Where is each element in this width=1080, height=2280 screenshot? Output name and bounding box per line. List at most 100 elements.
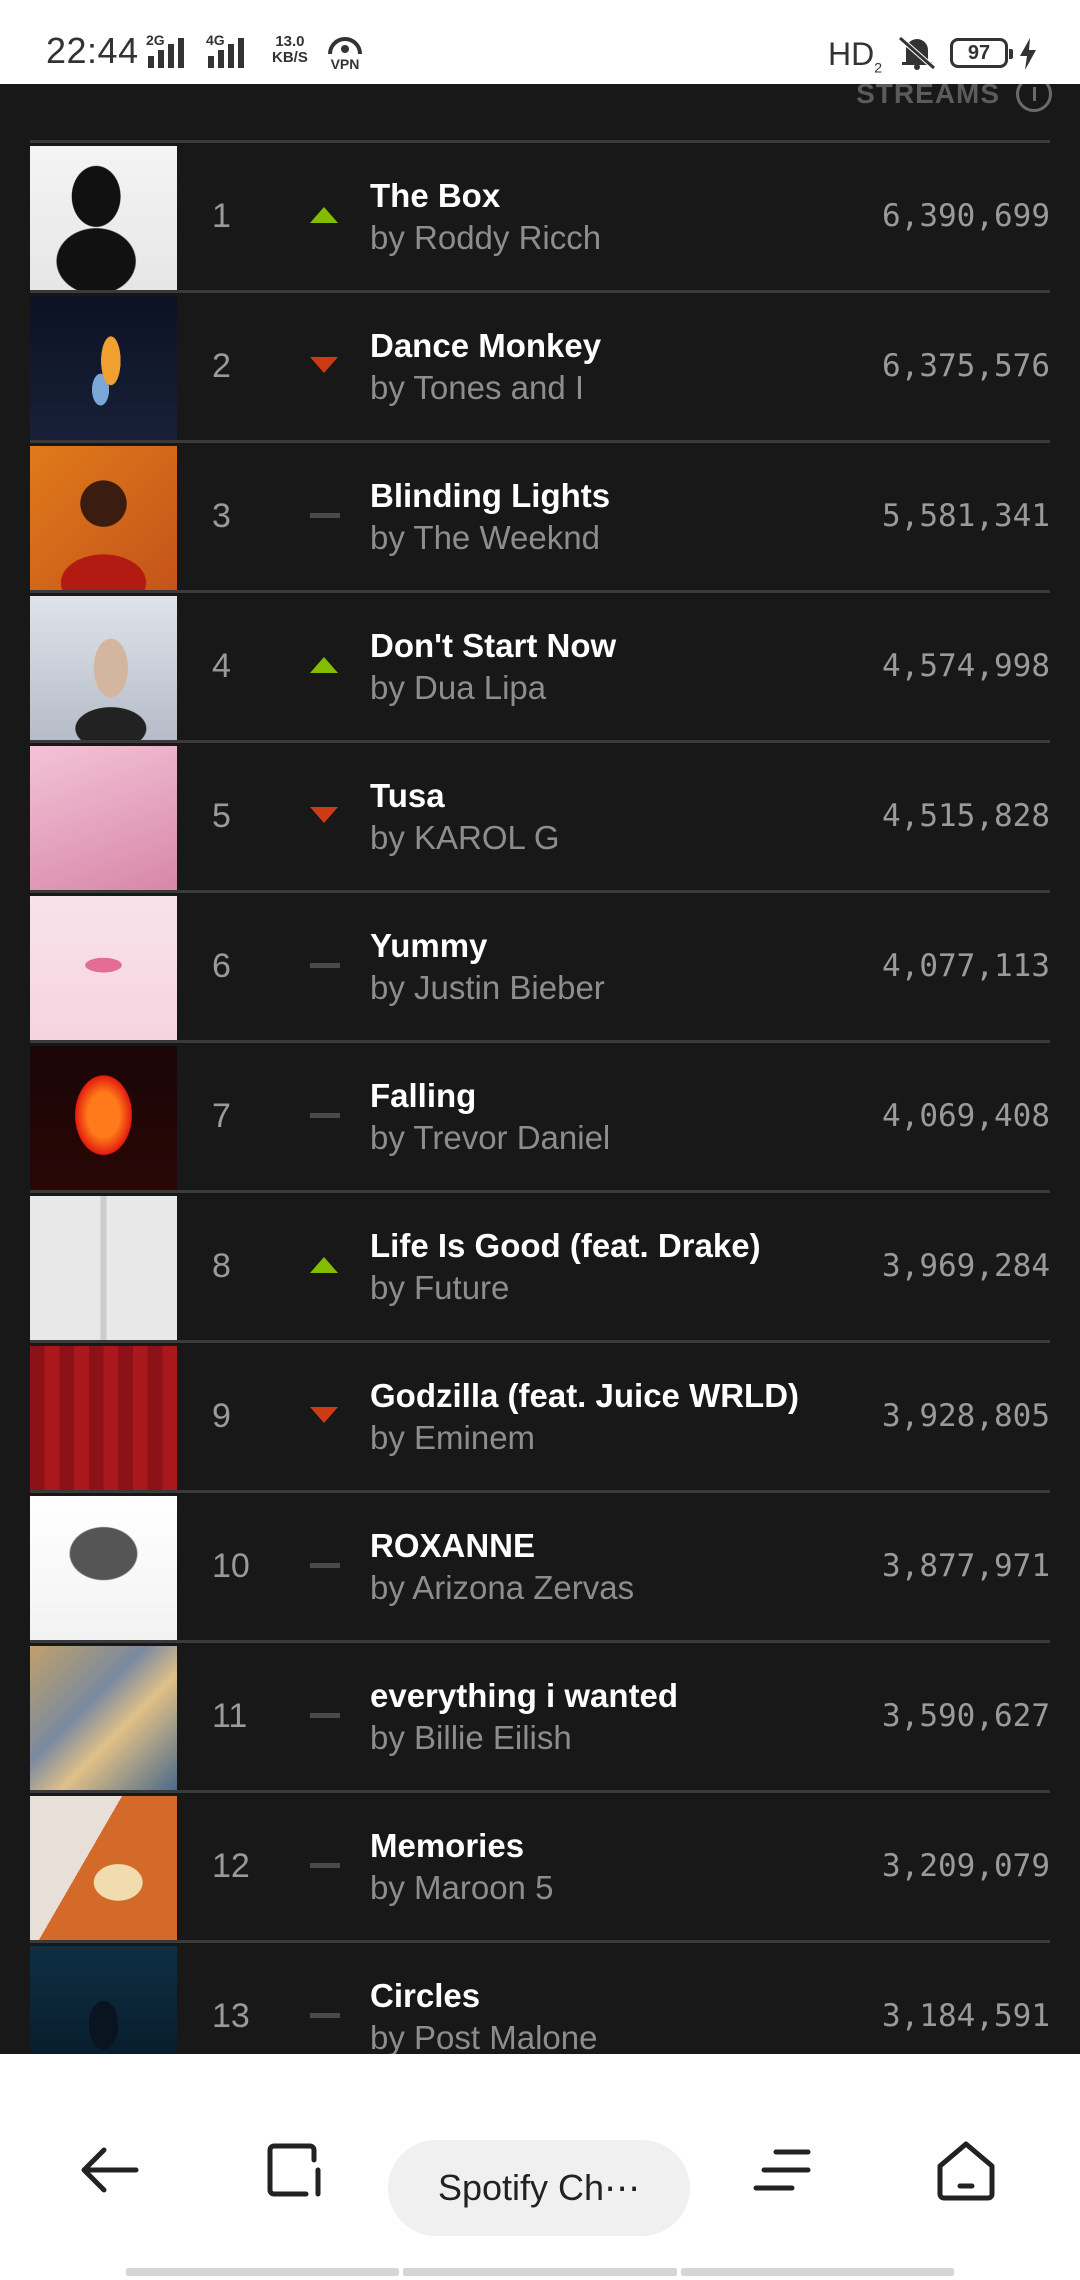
album-art[interactable] (30, 896, 177, 1040)
track-title[interactable]: Godzilla (feat. Juice WRLD) (370, 1375, 850, 1417)
track-info[interactable]: everything i wanted by Billie Eilish (370, 1643, 850, 1790)
album-art[interactable] (30, 446, 177, 590)
track-title[interactable]: Circles (370, 1975, 850, 2017)
album-art[interactable] (30, 1496, 177, 1640)
stream-count: 3,877,971 (882, 1548, 1050, 1584)
album-art[interactable] (30, 1946, 177, 2054)
signal-2g-icon: 2G (146, 32, 184, 68)
stream-count: 6,375,576 (882, 348, 1050, 384)
back-icon (81, 2147, 139, 2193)
track-title[interactable]: Falling (370, 1075, 850, 1117)
stream-count: 3,969,284 (882, 1248, 1050, 1284)
rank-number: 8 (212, 1247, 231, 1285)
chart-row[interactable]: 5 Tusa by KAROL G 4,515,828 (30, 740, 1050, 890)
track-artist[interactable]: by Maroon 5 (370, 1867, 850, 1909)
track-artist[interactable]: by Roddy Ricch (370, 217, 850, 259)
track-info[interactable]: The Box by Roddy Ricch (370, 143, 850, 290)
album-art[interactable] (30, 1646, 177, 1790)
track-info[interactable]: Dance Monkey by Tones and I (370, 293, 850, 440)
chart-row[interactable]: 8 Life Is Good (feat. Drake) by Future 3,96… (30, 1190, 1050, 1340)
network-speed: 13.0 KB/S (272, 33, 308, 66)
track-title[interactable]: Dance Monkey (370, 325, 850, 367)
track-info[interactable]: Life Is Good (feat. Drake) by Future (370, 1193, 850, 1340)
chart-row[interactable]: 13 Circles by Post Malone 3,184,591 (30, 1940, 1050, 2054)
chart-row[interactable]: 7 Falling by Trevor Daniel 4,069,408 (30, 1040, 1050, 1190)
track-title[interactable]: Don't Start Now (370, 625, 850, 667)
streams-column-header[interactable]: STREAMS (856, 84, 1052, 112)
rank-number: 3 (212, 497, 231, 535)
chart-row[interactable]: 4 Don't Start Now by Dua Lipa 4,574,998 (30, 590, 1050, 740)
album-art[interactable] (30, 1196, 177, 1340)
hd-voice-indicator: HD2 (828, 36, 883, 76)
track-title[interactable]: everything i wanted (370, 1675, 850, 1717)
track-artist[interactable]: by Billie Eilish (370, 1717, 850, 1759)
chart-row[interactable]: 12 Memories by Maroon 5 3,209,079 (30, 1790, 1050, 1940)
track-info[interactable]: Blinding Lights by The Weeknd (370, 443, 850, 590)
track-info[interactable]: Falling by Trevor Daniel (370, 1043, 850, 1190)
track-artist[interactable]: by Future (370, 1267, 850, 1309)
track-title[interactable]: ROXANNE (370, 1525, 850, 1567)
stream-count: 4,574,998 (882, 648, 1050, 684)
track-artist[interactable]: by Post Malone (370, 2017, 850, 2055)
album-art[interactable] (30, 596, 177, 740)
track-artist[interactable]: by Eminem (370, 1417, 850, 1459)
stream-count: 4,069,408 (882, 1098, 1050, 1134)
menu-button[interactable] (742, 2130, 822, 2210)
current-tab-button[interactable]: Spotify Ch⋯ (388, 2140, 690, 2236)
browser-bottom-bar: Spotify Ch⋯ (0, 2054, 1080, 2280)
chart-rows: 1 The Box by Roddy Ricch 6,390,699 2 Dance Mo… (30, 140, 1050, 2054)
trend-up-icon (308, 1255, 340, 1275)
trend-same-icon (308, 955, 340, 975)
chart-row[interactable]: 1 The Box by Roddy Ricch 6,390,699 (30, 140, 1050, 290)
chart-row[interactable]: 3 Blinding Lights by The Weeknd 5,581,341 (30, 440, 1050, 590)
track-info[interactable]: Don't Start Now by Dua Lipa (370, 593, 850, 740)
track-title[interactable]: Blinding Lights (370, 475, 850, 517)
album-art[interactable] (30, 746, 177, 890)
chart-row[interactable]: 6 Yummy by Justin Bieber 4,077,113 (30, 890, 1050, 1040)
track-title[interactable]: The Box (370, 175, 850, 217)
track-info[interactable]: Yummy by Justin Bieber (370, 893, 850, 1040)
home-button[interactable] (926, 2130, 1006, 2210)
trend-up-icon (308, 655, 340, 675)
rank-number: 13 (212, 1997, 250, 2035)
mute-icon (896, 36, 938, 70)
track-artist[interactable]: by Justin Bieber (370, 967, 850, 1009)
track-artist[interactable]: by KAROL G (370, 817, 850, 859)
album-art[interactable] (30, 146, 177, 290)
track-info[interactable]: ROXANNE by Arizona Zervas (370, 1493, 850, 1640)
track-info[interactable]: Circles by Post Malone (370, 1943, 850, 2055)
track-title[interactable]: Yummy (370, 925, 850, 967)
info-icon[interactable] (1016, 84, 1052, 112)
track-artist[interactable]: by Dua Lipa (370, 667, 850, 709)
battery-icon: 97 (950, 38, 1013, 68)
gesture-bar[interactable] (126, 2268, 954, 2276)
tabs-button[interactable] (256, 2130, 336, 2210)
rank-number: 12 (212, 1847, 250, 1885)
back-button[interactable] (70, 2130, 150, 2210)
track-info[interactable]: Memories by Maroon 5 (370, 1793, 850, 1940)
album-art[interactable] (30, 1046, 177, 1190)
track-artist[interactable]: by The Weeknd (370, 517, 850, 559)
track-info[interactable]: Godzilla (feat. Juice WRLD) by Eminem (370, 1343, 850, 1490)
rank-number: 4 (212, 647, 231, 685)
album-art[interactable] (30, 296, 177, 440)
chart-row[interactable]: 9 Godzilla (feat. Juice WRLD) by Eminem 3,9… (30, 1340, 1050, 1490)
vpn-icon: VPN (326, 34, 364, 72)
track-title[interactable]: Memories (370, 1825, 850, 1867)
track-artist[interactable]: by Trevor Daniel (370, 1117, 850, 1159)
track-title[interactable]: Life Is Good (feat. Drake) (370, 1225, 850, 1267)
chart-list[interactable]: STREAMS 1 The Box by Roddy Ricch 6,390,699 2… (0, 84, 1080, 2054)
chart-row[interactable]: 11 everything i wanted by Billie Eilish 3,5… (30, 1640, 1050, 1790)
track-artist[interactable]: by Arizona Zervas (370, 1567, 850, 1609)
rank-number: 5 (212, 797, 231, 835)
clock: 22:44 (46, 30, 139, 71)
album-art[interactable] (30, 1796, 177, 1940)
track-info[interactable]: Tusa by KAROL G (370, 743, 850, 890)
chart-row[interactable]: 2 Dance Monkey by Tones and I 6,375,576 (30, 290, 1050, 440)
menu-icon (753, 2149, 811, 2191)
track-artist[interactable]: by Tones and I (370, 367, 850, 409)
track-title[interactable]: Tusa (370, 775, 850, 817)
status-bar: 22:44 2G 4G 13.0 KB/S VPN HD2 97 (0, 0, 1080, 84)
chart-row[interactable]: 10 ROXANNE by Arizona Zervas 3,877,971 (30, 1490, 1050, 1640)
album-art[interactable] (30, 1346, 177, 1490)
